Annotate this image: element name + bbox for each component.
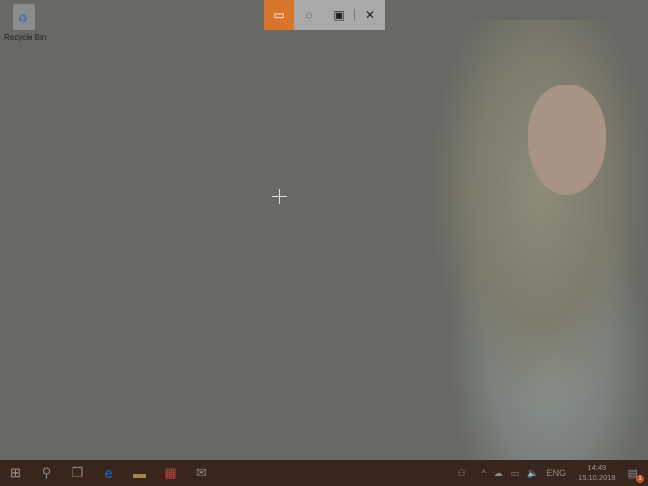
snip-toolbar: ▭ ◌ ▣ ✕ — [264, 0, 385, 30]
mail-icon[interactable]: ✉ — [186, 460, 217, 486]
network-icon[interactable]: ▭ — [511, 468, 520, 479]
time: 14:49 — [587, 463, 607, 472]
taskbar: ⊞ ⚲ ❐ e ▬ ▦ ✉ ⚇ ^ ☁ ▭ 🔈 ENG 14:49 15.10.… — [0, 460, 648, 486]
wallpaper-face — [528, 85, 606, 195]
store-icon[interactable]: ▦ — [155, 460, 186, 486]
volume-icon[interactable]: 🔈 — [527, 468, 538, 479]
system-tray: ⚇ ^ ☁ ▭ 🔈 ENG 14:49 15.10.2018 ▤ 1 — [453, 460, 648, 486]
chevron-up-icon[interactable]: ^ — [482, 468, 486, 478]
crosshair-cursor — [272, 189, 287, 204]
freeform-snip-button[interactable]: ◌ — [294, 0, 324, 30]
recycle-bin[interactable]: ♻ Recycle Bin — [4, 4, 47, 42]
edge-icon[interactable]: e — [93, 460, 124, 486]
file-explorer-icon[interactable]: ▬ — [124, 460, 155, 486]
date: 15.10.2018 — [578, 473, 616, 482]
task-view-button[interactable]: ❐ — [62, 460, 93, 486]
wallpaper-photo — [430, 20, 648, 460]
language-indicator[interactable]: ENG — [547, 468, 567, 478]
onedrive-icon[interactable]: ☁ — [494, 468, 503, 479]
close-button[interactable]: ✕ — [355, 0, 385, 30]
rectangular-snip-button[interactable]: ▭ — [264, 0, 294, 30]
action-center-button[interactable]: ▤ 1 — [628, 467, 644, 483]
search-button[interactable]: ⚲ — [31, 460, 62, 486]
people-icon[interactable]: ⚇ — [457, 468, 465, 479]
clock[interactable]: 14:49 15.10.2018 — [578, 463, 616, 483]
fullscreen-snip-button[interactable]: ▣ — [324, 0, 354, 30]
notification-badge: 1 — [636, 474, 644, 483]
start-button[interactable]: ⊞ — [0, 460, 31, 486]
recycle-bin-icon: ♻ — [13, 4, 35, 30]
recycle-bin-label: Recycle Bin — [4, 33, 47, 42]
